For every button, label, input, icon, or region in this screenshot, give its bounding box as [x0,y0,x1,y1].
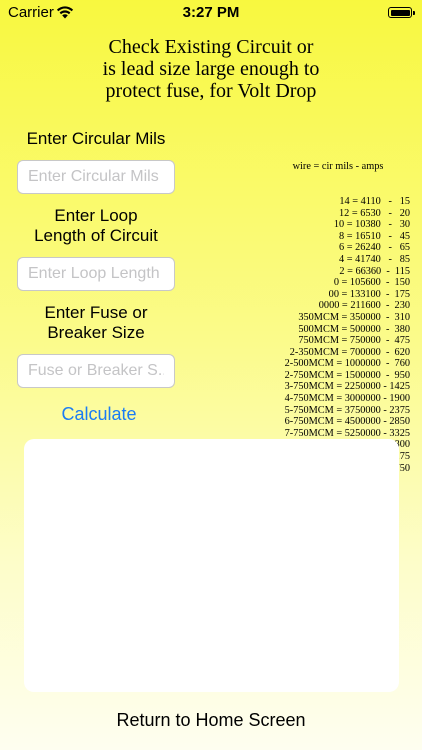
wire-table-row: 350MCM = 350000 - 310 [298,311,410,323]
fuse-size-label-line-1: Enter Fuse or [44,303,148,322]
wire-table-rows: 14 = 4110 - 15 12 = 6530 - 20 10 = 10380 -… [266,196,410,474]
clock: 3:27 PM [182,4,240,21]
title-line-1: Check Existing Circuit or [108,36,314,58]
wire-table-row: 00 = 133100 - 175 [328,288,410,300]
wire-table-row: 2 = 66360 - 115 [339,265,410,277]
calculate-button[interactable]: Calculate [17,404,181,425]
wire-table-row: 8 = 16510 - 45 [338,230,410,242]
wire-table-row: 0 = 105600 - 150 [333,277,410,289]
result-box [24,439,399,692]
wire-table-row: 4-750MCM = 3000000 - 1900 [284,393,410,405]
fuse-size-label: Enter Fuse or Breaker Size [14,303,178,343]
title-line-2: is lead size large enough to [102,58,320,80]
wire-table-row: 500MCM = 500000 - 380 [298,323,410,335]
wire-table-row: 2-500MCM = 1000000 - 760 [284,358,410,370]
status-bar: Carrier 3:27 PM [0,0,422,24]
wire-table-header: wire = cir mils - amps [292,161,384,173]
wire-table-row: 750MCM = 750000 - 475 [298,335,410,347]
fuse-size-label-line-2: Breaker Size [47,323,145,342]
wire-table-row: 6 = 26240 - 65 [338,242,410,254]
loop-length-label: Enter Loop Length of Circuit [14,206,178,246]
wire-table-row: 3-750MCM = 2250000 - 1425 [284,381,410,393]
circular-mils-input[interactable] [17,160,175,194]
wire-table-row: 10 = 10380 - 30 [333,219,410,231]
battery-icon [388,7,415,18]
wire-table-row: 6-750MCM = 4500000 - 2850 [284,416,410,428]
wire-table-row: 2-350MCM = 700000 - 620 [289,346,410,358]
circular-mils-label: Enter Circular Mils [26,129,166,148]
wire-table-row: 7-750MCM = 5250000 - 3325 [284,427,410,439]
return-home-button[interactable]: Return to Home Screen [0,710,422,731]
wire-table-row: 12 = 6530 - 20 [338,207,410,219]
page-title: Check Existing Circuit or is lead size l… [60,36,362,102]
fuse-size-input[interactable] [17,354,175,388]
loop-length-input[interactable] [17,257,175,291]
loop-length-label-line-1: Enter Loop [54,206,138,225]
wire-table-row: 2-750MCM = 1500000 - 950 [284,369,410,381]
wire-table-row: 4 = 41740 - 85 [338,253,410,265]
loop-length-label-line-2: Length of Circuit [34,226,158,245]
title-line-3: protect fuse, for Volt Drop [105,80,317,102]
wire-table-row: 5-750MCM = 3750000 - 2375 [284,404,410,416]
wire-table-row: 0000 = 211600 - 230 [318,300,410,312]
wire-table-row: 14 = 4110 - 15 [339,195,410,207]
wire-size-table: wire = cir mils - amps 14 = 4110 - 15 12 … [266,138,410,486]
